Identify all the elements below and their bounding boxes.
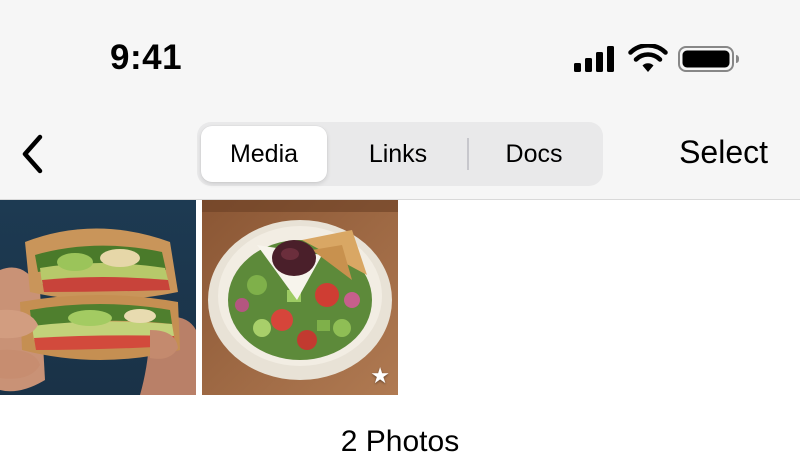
status-time: 9:41: [110, 38, 183, 77]
tab-media-label: Media: [229, 139, 299, 168]
top-chrome: 9:41 Media Links Docs Select: [0, 0, 800, 200]
segmented-control: Media Links Docs: [197, 122, 603, 186]
salad-photo: [202, 200, 398, 395]
photo-count-label: 2 Photos: [340, 425, 460, 458]
tab-media[interactable]: Media: [201, 126, 327, 182]
media-thumbnail-sandwich[interactable]: [0, 200, 196, 395]
status-icons: [574, 44, 744, 74]
tab-docs-label: Docs: [505, 139, 563, 168]
sandwich-photo: [0, 200, 196, 395]
back-button[interactable]: [10, 131, 54, 177]
wifi-icon: [628, 44, 668, 72]
tab-links-label: Links: [368, 139, 428, 168]
battery-icon: [678, 46, 739, 72]
tab-docs[interactable]: Docs: [469, 126, 599, 182]
cellular-signal-icon: [574, 46, 614, 72]
media-grid: ★: [0, 200, 800, 395]
select-button[interactable]: Select: [679, 134, 768, 171]
favorite-star-icon: ★: [370, 363, 390, 388]
media-thumbnail-salad[interactable]: ★: [202, 200, 398, 395]
tab-links[interactable]: Links: [331, 126, 465, 182]
chevron-left-icon: [22, 134, 43, 174]
